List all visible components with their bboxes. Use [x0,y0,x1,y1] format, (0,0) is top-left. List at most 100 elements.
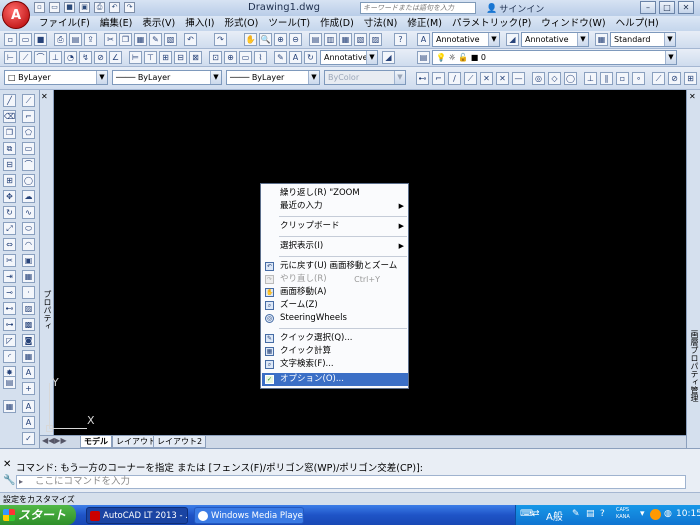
application-menu-button[interactable]: A [2,1,30,29]
table-style-icon[interactable]: ▦ [595,33,608,46]
search-input[interactable]: キーワードまたは語句を入力 [360,2,476,14]
markup-icon[interactable]: ▨ [369,33,382,46]
layer-tool-icon[interactable]: ▤ [3,376,16,389]
task-media-player[interactable]: Windows Media Player [194,507,304,524]
break-icon[interactable]: ⊠ [189,51,202,64]
make-block-icon[interactable]: ▦ [22,270,35,283]
snap-none-icon[interactable]: ⊘ [668,72,681,85]
chamfer-icon[interactable]: ◸ [3,334,16,347]
snap-line-icon[interactable]: ∕ [448,72,461,85]
print-icon[interactable]: ⎙ [54,33,67,46]
scale-icon[interactable]: ⤢ [3,222,16,235]
sheet-set-icon[interactable]: ▧ [354,33,367,46]
menu-draw[interactable]: 作成(D) [315,16,359,31]
properties-icon[interactable]: ▤ [309,33,322,46]
layer-manager-palette-collapsed[interactable]: ✕ 画層プロパティ管理 [686,90,700,450]
mirror-icon[interactable]: ⧉ [3,142,16,155]
break-icon[interactable]: ⊷ [3,302,16,315]
close-icon[interactable]: ✕ [41,92,48,101]
trim-icon[interactable]: ✂ [3,254,16,267]
close-icon[interactable]: ✕ [689,92,696,101]
open-file-icon[interactable]: ▭ [49,2,60,13]
snap-from-icon[interactable]: ⌐ [432,72,445,85]
move-icon[interactable]: ✥ [3,190,16,203]
ime-dictionary-icon[interactable]: ▤ [586,509,595,519]
publish-icon[interactable]: ⇪ [84,33,97,46]
fillet-icon[interactable]: ◜ [3,350,16,363]
aligned-dim-icon[interactable]: ⟋ [19,51,32,64]
ime-tool-icon[interactable]: ? [600,509,605,519]
rotate-icon[interactable]: ↻ [3,206,16,219]
menu-dimension[interactable]: 寸法(N) [359,16,403,31]
snap-center-icon[interactable]: ◎ [532,72,545,85]
preview-icon[interactable]: ▤ [69,33,82,46]
menu-window[interactable]: ウィンドウ(W) [536,16,610,31]
snap-parallel-icon[interactable]: ∥ [600,72,613,85]
polygon-icon[interactable]: ⬠ [22,126,35,139]
snap-perpendicular-icon[interactable]: ⊥ [584,72,597,85]
dim-text-edit-icon[interactable]: A [289,51,302,64]
menu-quick-calc[interactable]: ▦ クイック計算 [262,345,408,358]
save-icon[interactable]: ■ [64,2,75,13]
cut-icon[interactable]: ✂ [104,33,117,46]
menu-modify[interactable]: 修正(M) [402,16,447,31]
wrench-icon[interactable]: 🔧 [3,475,15,486]
layer-combo[interactable]: 💡 ☼ 🔓 ■ 0 ▼ [432,50,677,65]
new-icon[interactable]: ▫ [4,33,17,46]
menu-find[interactable]: ⌕ 文字検索(F)... [262,358,408,371]
menu-edit[interactable]: 編集(E) [95,16,137,31]
snap-extension-icon[interactable]: — [512,72,525,85]
menu-insert[interactable]: 挿入(I) [180,16,219,31]
start-button[interactable]: スタート [0,505,76,525]
radius-icon[interactable]: ◔ [64,51,77,64]
quick-dim-icon[interactable]: ⊨ [129,51,142,64]
dim-style-combo-2[interactable]: Annotative ▼ [320,50,378,65]
command-input[interactable]: ここにコマンドを入力 [16,475,686,489]
dim-update-icon[interactable]: ↻ [304,51,317,64]
block-editor-icon[interactable]: ▧ [164,33,177,46]
undo-icon[interactable]: ↶ [184,33,197,46]
properties-palette-collapsed[interactable]: ✕ プロパティ [40,90,54,450]
dtext-icon[interactable]: A [22,416,35,429]
ime-options-icon[interactable]: ▾ [640,509,645,519]
menu-view[interactable]: 表示(V) [137,16,180,31]
ellipse-icon[interactable]: ⬭ [22,222,35,235]
arc-length-icon[interactable]: ⌒ [34,51,47,64]
save-icon[interactable]: ■ [34,33,47,46]
snap-endpoint-icon[interactable]: ⊷ [416,72,429,85]
ime-pad-icon[interactable]: ✎ [572,509,580,519]
network-icon[interactable]: ⇄ [532,509,540,519]
snap-apparent-icon[interactable]: ✕ [496,72,509,85]
design-center-icon[interactable]: ▥ [324,33,337,46]
signin-area[interactable]: 👤 サインイン [486,2,544,16]
paste-icon[interactable]: ▦ [134,33,147,46]
hatch-icon[interactable]: ▨ [22,302,35,315]
rectangle-icon[interactable]: ▭ [22,142,35,155]
menu-zoom[interactable]: ⌕ ズーム(Z) [262,299,408,312]
ime-mode[interactable]: A般 [546,508,563,523]
undo-icon[interactable]: ↶ [109,2,120,13]
redo-icon[interactable]: ↷ [214,33,227,46]
tool-palettes-icon[interactable]: ▦ [339,33,352,46]
revcloud-icon[interactable]: ☁ [22,190,35,203]
region-icon[interactable]: ◙ [22,334,35,347]
angular-icon[interactable]: ∠ [109,51,122,64]
arc-icon[interactable]: ⌒ [22,158,35,171]
join-icon[interactable]: ⊶ [3,318,16,331]
menu-recent-input[interactable]: 最近の入力 ▶ [262,200,408,213]
dim-style-manager-icon[interactable]: ◢ [382,51,395,64]
array-icon[interactable]: ⊞ [3,174,16,187]
menu-file[interactable]: ファイル(F) [34,16,95,31]
pan-icon[interactable]: ✋ [244,33,257,46]
menu-quick-select[interactable]: ✎ クイック選択(Q)... [262,332,408,345]
table-style-combo[interactable]: Standard ▼ [610,32,676,47]
snap-settings-icon[interactable]: ⊞ [684,72,697,85]
construction-line-icon[interactable]: ⟋ [22,94,35,107]
point-icon[interactable]: · [22,286,35,299]
text-style-icon[interactable]: A [417,33,430,46]
plot-icon[interactable]: ⎙ [94,2,105,13]
text-style-combo[interactable]: Annotative ▼ [432,32,500,47]
copy-object-icon[interactable]: ❐ [3,126,16,139]
redo-icon[interactable]: ↷ [124,2,135,13]
gradient-icon[interactable]: ▩ [22,318,35,331]
